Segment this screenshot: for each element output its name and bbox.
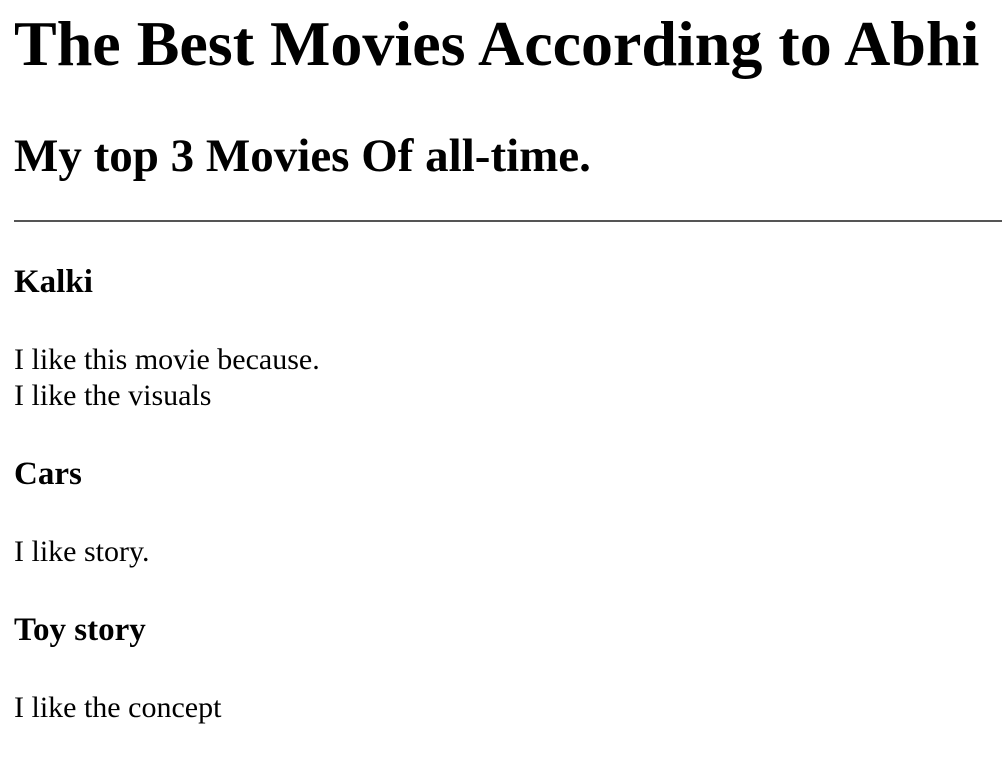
movie-entry-kalki: Kalki I like this movie because. I like …: [14, 262, 1002, 414]
movie-title: Toy story: [14, 612, 146, 648]
movie-description-line: I like story.: [14, 535, 150, 568]
movie-entry-cars: Cars I like story.: [14, 454, 1002, 570]
movie-description-line: I like this movie because.: [14, 343, 320, 376]
movie-description: I like this movie because. I like the vi…: [14, 342, 1002, 414]
movie-entry-toy-story: Toy story I like the concept: [14, 610, 1002, 726]
page-title: The Best Movies According to Abhi: [14, 8, 980, 79]
movie-description: I like the concept: [14, 690, 1002, 726]
movie-description-line: I like the concept: [14, 691, 222, 724]
movie-title: Cars: [14, 456, 82, 492]
movie-title: Kalki: [14, 264, 93, 300]
movie-description: I like story.: [14, 534, 1002, 570]
movie-description-line: I like the visuals: [14, 379, 212, 412]
page-subtitle: My top 3 Movies Of all-time.: [14, 130, 591, 182]
divider: [14, 220, 1002, 222]
